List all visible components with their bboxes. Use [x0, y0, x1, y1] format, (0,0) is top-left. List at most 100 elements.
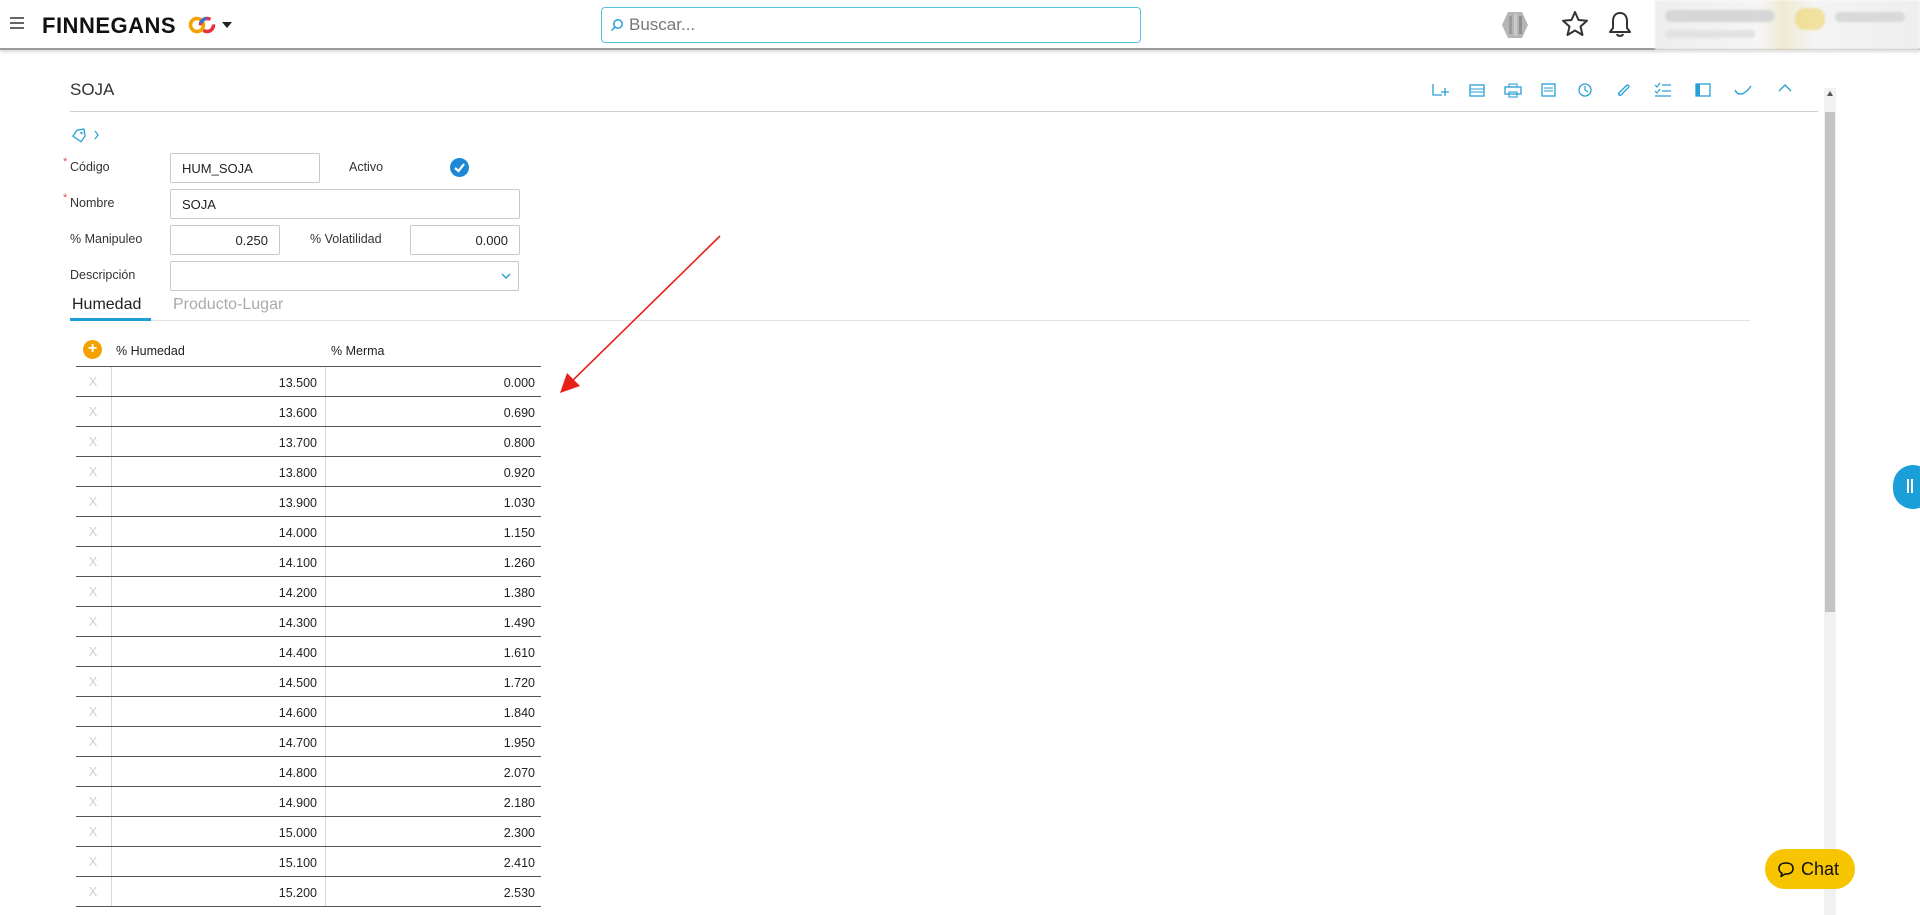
- chevron-down-icon[interactable]: [500, 271, 512, 281]
- table-row[interactable]: X 14.400 1.610: [76, 637, 541, 667]
- cell-merma[interactable]: 0.000: [327, 367, 541, 396]
- volatilidad-field[interactable]: 0.000: [410, 225, 520, 255]
- cell-merma[interactable]: 1.610: [327, 637, 541, 666]
- checklist-icon[interactable]: [1652, 80, 1674, 100]
- cell-humedad[interactable]: 14.900: [111, 787, 326, 816]
- cell-humedad[interactable]: 15.200: [111, 877, 326, 906]
- table-row[interactable]: X 13.900 1.030: [76, 487, 541, 517]
- cell-merma[interactable]: 1.150: [327, 517, 541, 546]
- bell-icon[interactable]: [1606, 9, 1634, 39]
- cell-merma[interactable]: 1.030: [327, 487, 541, 516]
- cell-merma[interactable]: 2.300: [327, 817, 541, 846]
- cell-humedad[interactable]: 14.200: [111, 577, 326, 606]
- delete-row-icon[interactable]: X: [86, 614, 100, 629]
- table-row[interactable]: X 14.600 1.840: [76, 697, 541, 727]
- search-input[interactable]: [629, 12, 1129, 38]
- cell-merma[interactable]: 2.530: [327, 877, 541, 906]
- chat-button[interactable]: Chat: [1765, 849, 1855, 889]
- table-row[interactable]: X 14.500 1.720: [76, 667, 541, 697]
- new-icon[interactable]: [1430, 80, 1452, 100]
- brand-name[interactable]: FINNEGANS: [42, 13, 176, 39]
- table-row[interactable]: X 13.700 0.800: [76, 427, 541, 457]
- cell-humedad[interactable]: 14.300: [111, 607, 326, 636]
- table-row[interactable]: X 14.000 1.150: [76, 517, 541, 547]
- print-icon[interactable]: [1502, 80, 1524, 100]
- cell-humedad[interactable]: 13.800: [111, 457, 326, 486]
- delete-row-icon[interactable]: X: [86, 734, 100, 749]
- cell-humedad[interactable]: 14.100: [111, 547, 326, 576]
- cell-humedad[interactable]: 14.600: [111, 697, 326, 726]
- cell-humedad[interactable]: 13.900: [111, 487, 326, 516]
- vertical-scrollbar[interactable]: [1824, 88, 1836, 915]
- check-icon[interactable]: [1732, 80, 1754, 100]
- apps-icon[interactable]: [1498, 8, 1532, 42]
- cell-merma[interactable]: 1.490: [327, 607, 541, 636]
- search-bar[interactable]: [601, 7, 1141, 43]
- delete-row-icon[interactable]: X: [86, 794, 100, 809]
- table-row[interactable]: X 15.000 2.300: [76, 817, 541, 847]
- table-row[interactable]: X 13.500 0.000: [76, 367, 541, 397]
- cell-merma[interactable]: 2.180: [327, 787, 541, 816]
- delete-row-icon[interactable]: X: [86, 854, 100, 869]
- cell-merma[interactable]: 0.920: [327, 457, 541, 486]
- table-row[interactable]: X 14.200 1.380: [76, 577, 541, 607]
- add-row-button[interactable]: +: [83, 340, 102, 359]
- tag-row[interactable]: [70, 127, 100, 148]
- copy-icon[interactable]: [1538, 80, 1560, 100]
- menu-icon[interactable]: [10, 17, 24, 29]
- delete-row-icon[interactable]: X: [86, 524, 100, 539]
- table-row[interactable]: X 14.100 1.260: [76, 547, 541, 577]
- cell-humedad[interactable]: 14.000: [111, 517, 326, 546]
- cell-humedad[interactable]: 14.700: [111, 727, 326, 756]
- list-icon[interactable]: [1466, 80, 1488, 100]
- cell-merma[interactable]: 1.840: [327, 697, 541, 726]
- tab-humedad[interactable]: Humedad: [72, 296, 141, 314]
- delete-row-icon[interactable]: X: [86, 884, 100, 899]
- cell-humedad[interactable]: 13.700: [111, 427, 326, 456]
- side-panel-handle[interactable]: [1893, 465, 1920, 509]
- table-row[interactable]: X 15.100 2.410: [76, 847, 541, 877]
- delete-row-icon[interactable]: X: [86, 824, 100, 839]
- attach-icon[interactable]: [1612, 80, 1634, 100]
- table-row[interactable]: X 14.800 2.070: [76, 757, 541, 787]
- user-menu[interactable]: [1655, 0, 1920, 50]
- table-row[interactable]: X 14.900 2.180: [76, 787, 541, 817]
- tag-icon[interactable]: [70, 127, 100, 143]
- cell-merma[interactable]: 2.410: [327, 847, 541, 876]
- history-icon[interactable]: [1574, 80, 1596, 100]
- table-row[interactable]: X 14.700 1.950: [76, 727, 541, 757]
- table-row[interactable]: X 13.600 0.690: [76, 397, 541, 427]
- delete-row-icon[interactable]: X: [86, 644, 100, 659]
- cell-merma[interactable]: 1.380: [327, 577, 541, 606]
- cell-humedad[interactable]: 14.500: [111, 667, 326, 696]
- delete-row-icon[interactable]: X: [86, 554, 100, 569]
- delete-row-icon[interactable]: X: [86, 374, 100, 389]
- delete-row-icon[interactable]: X: [86, 764, 100, 779]
- delete-row-icon[interactable]: X: [86, 464, 100, 479]
- delete-row-icon[interactable]: X: [86, 584, 100, 599]
- scrollbar-thumb[interactable]: [1825, 112, 1835, 612]
- descripcion-select[interactable]: [170, 261, 519, 291]
- delete-row-icon[interactable]: X: [86, 704, 100, 719]
- notes-icon[interactable]: [1692, 80, 1714, 100]
- star-icon[interactable]: [1560, 9, 1590, 39]
- tab-producto-lugar[interactable]: Producto-Lugar: [173, 296, 283, 314]
- table-row[interactable]: X 13.800 0.920: [76, 457, 541, 487]
- delete-row-icon[interactable]: X: [86, 404, 100, 419]
- manipuleo-field[interactable]: 0.250: [170, 225, 280, 255]
- collapse-icon[interactable]: [1774, 80, 1796, 100]
- cell-merma[interactable]: 1.260: [327, 547, 541, 576]
- codigo-field[interactable]: HUM_SOJA: [170, 153, 320, 183]
- cell-merma[interactable]: 1.950: [327, 727, 541, 756]
- cell-merma[interactable]: 0.800: [327, 427, 541, 456]
- cell-merma[interactable]: 1.720: [327, 667, 541, 696]
- cell-humedad[interactable]: 13.500: [111, 367, 326, 396]
- delete-row-icon[interactable]: X: [86, 434, 100, 449]
- cell-humedad[interactable]: 15.100: [111, 847, 326, 876]
- activo-checkbox[interactable]: [450, 158, 469, 177]
- nombre-field[interactable]: SOJA: [170, 189, 520, 219]
- delete-row-icon[interactable]: X: [86, 494, 100, 509]
- cell-humedad[interactable]: 14.400: [111, 637, 326, 666]
- cell-humedad[interactable]: 13.600: [111, 397, 326, 426]
- cell-merma[interactable]: 2.070: [327, 757, 541, 786]
